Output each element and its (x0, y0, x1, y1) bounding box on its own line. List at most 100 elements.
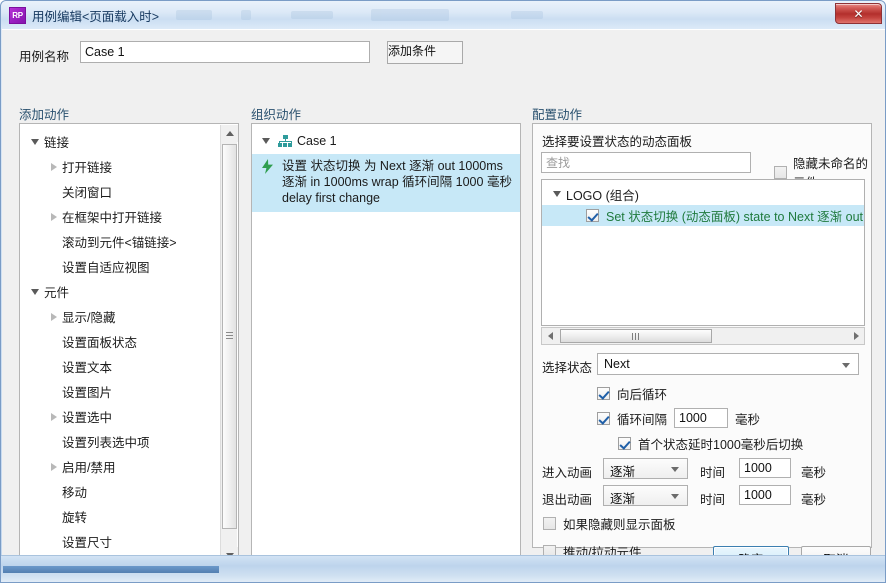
close-button[interactable]: ✕ (835, 3, 882, 24)
action-tree-item[interactable]: 元件 (20, 279, 238, 304)
case-node-expander-icon[interactable] (259, 138, 275, 144)
expander-expand-icon[interactable] (46, 462, 62, 471)
expander-collapse-icon[interactable] (28, 288, 44, 295)
organize-tree[interactable]: Case 1 设置 状态切换 为 Next 逐渐 out 1000ms 逐渐 i… (252, 124, 520, 212)
action-tree-item[interactable]: 设置自适应视图 (20, 254, 238, 279)
action-tree-item-label: 滚动到元件<锚链接> (62, 236, 177, 250)
enter-time-input[interactable] (739, 458, 791, 478)
action-tree-vertical-scrollbar[interactable] (220, 125, 238, 564)
loop-interval-row[interactable]: 循环间隔 毫秒 (597, 408, 760, 428)
case-node-label: Case 1 (297, 134, 337, 148)
action-tree-item[interactable]: 在框架中打开链接 (20, 204, 238, 229)
action-tree-item-label: 设置文本 (62, 361, 113, 375)
select-state-label: 选择状态 (542, 361, 593, 375)
action-tree-item-label: 关闭窗口 (62, 186, 113, 200)
app-icon: RP (9, 7, 26, 24)
action-tree-item[interactable]: 链接 (20, 129, 238, 154)
configure-action-header: 配置动作 (532, 108, 583, 122)
enter-anim-value: 逐渐 (610, 465, 636, 479)
action-tree-scroll-region[interactable]: 链接打开链接关闭窗口在框架中打开链接 滚动到元件<锚链接> 设置自适应视图元件显示/… (20, 124, 238, 565)
element-group-expander-icon[interactable] (550, 191, 566, 197)
action-tree-item-label: 启用/禁用 (62, 461, 116, 475)
action-tree-item[interactable]: 滚动到元件<锚链接> (20, 229, 238, 254)
action-tree-item[interactable]: 设置图片 (20, 379, 238, 404)
organize-selected-action-row[interactable]: 设置 状态切换 为 Next 逐渐 out 1000ms 逐渐 in 1000m… (252, 154, 520, 212)
element-tree[interactable]: LOGO (组合) Set 状态切换 (动态面板) state to Next … (541, 179, 865, 326)
action-tree-item[interactable]: 设置尺寸 (20, 529, 238, 554)
action-tree-item-label: 设置自适应视图 (62, 261, 150, 275)
action-tree-item-label: 链接 (44, 136, 70, 150)
add-action-panel: 链接打开链接关闭窗口在框架中打开链接 滚动到元件<锚链接> 设置自适应视图元件显示/… (19, 123, 239, 566)
first-delay-row[interactable]: 首个状态延时1000毫秒后切换 (618, 434, 803, 453)
element-tree-horizontal-scrollbar[interactable] (541, 327, 865, 345)
first-delay-checkbox[interactable] (618, 437, 631, 450)
scrollbar-thumb[interactable] (222, 144, 237, 529)
loop-back-checkbox[interactable] (597, 387, 610, 400)
expander-expand-icon[interactable] (46, 212, 62, 221)
lightning-bolt-icon (262, 159, 273, 174)
scrollbar-grip-icon (226, 332, 233, 341)
hide-unnamed-checkbox[interactable] (774, 165, 787, 179)
organize-action-header: 组织动作 (251, 108, 302, 122)
scroll-up-arrow-icon[interactable] (221, 125, 238, 142)
enter-anim-dropdown[interactable]: 逐渐 (603, 458, 688, 479)
action-tree-item[interactable]: 移动 (20, 479, 238, 504)
chevron-down-icon[interactable] (842, 363, 850, 368)
action-tree-item[interactable]: 启用/禁用 (20, 454, 238, 479)
case-tree-node[interactable]: Case 1 (252, 130, 520, 152)
add-condition-button[interactable]: 添加条件 (387, 41, 463, 64)
loop-interval-checkbox[interactable] (597, 411, 610, 425)
case-name-input[interactable] (80, 41, 370, 63)
hscrollbar-grip-icon (631, 332, 641, 340)
hierarchy-icon (278, 135, 292, 147)
scroll-right-arrow-icon[interactable] (848, 328, 864, 344)
action-tree-item[interactable]: 设置列表选中项 (20, 429, 238, 454)
show-if-hidden-checkbox[interactable] (543, 517, 556, 530)
action-tree-item[interactable]: 设置文本 (20, 354, 238, 379)
action-tree-item-label: 显示/隐藏 (62, 311, 116, 325)
action-tree-item-label: 在框架中打开链接 (62, 211, 163, 225)
expander-expand-icon[interactable] (46, 162, 62, 171)
case-name-label: 用例名称 (19, 50, 70, 64)
show-if-hidden-row[interactable]: 如果隐藏则显示面板 (543, 514, 676, 533)
action-tree-item-label: 设置尺寸 (62, 536, 113, 550)
element-group-row[interactable]: LOGO (组合) (542, 183, 864, 205)
expander-collapse-icon[interactable] (28, 138, 44, 145)
action-tree-item[interactable]: 显示/隐藏 (20, 304, 238, 329)
loop-back-row[interactable]: 向后循环 (597, 384, 667, 403)
find-input[interactable] (541, 152, 751, 173)
action-tree-item[interactable]: 旋转 (20, 504, 238, 529)
select-state-dropdown[interactable]: Next (597, 353, 859, 375)
chevron-down-icon[interactable] (671, 494, 679, 499)
background-window-artifacts (166, 7, 566, 23)
loop-interval-unit: 毫秒 (735, 412, 761, 427)
action-tree-item[interactable]: 关闭窗口 (20, 179, 238, 204)
action-tree-item-label: 打开链接 (62, 161, 113, 175)
action-tree-item[interactable]: 设置面板状态 (20, 329, 238, 354)
status-bar (1, 555, 885, 582)
title-bar-left: RP 用例编辑<页面载入时> (9, 6, 159, 25)
element-item-checkbox[interactable] (586, 209, 599, 222)
loop-interval-input[interactable] (674, 408, 729, 428)
hscrollbar-thumb[interactable] (560, 329, 712, 343)
action-tree-item[interactable]: 打开链接 (20, 154, 238, 179)
action-tree-item[interactable]: 设置选中 (20, 404, 238, 429)
action-tree[interactable]: 链接打开链接关闭窗口在框架中打开链接 滚动到元件<锚链接> 设置自适应视图元件显示/… (20, 124, 238, 565)
configure-action-panel: 选择要设置状态的动态面板 隐藏未命名的元件 LOGO (组合) Set 状态切换… (532, 123, 872, 560)
scroll-left-arrow-icon[interactable] (542, 328, 558, 344)
exit-time-unit: 毫秒 (801, 493, 827, 507)
expander-expand-icon[interactable] (46, 312, 62, 321)
exit-time-input[interactable] (739, 485, 791, 505)
chevron-down-icon[interactable] (671, 467, 679, 472)
action-tree-item-label: 移动 (62, 486, 88, 500)
action-tree-item-label: 设置选中 (62, 411, 113, 425)
element-item-row[interactable]: Set 状态切换 (动态面板) state to Next 逐渐 out 100… (542, 205, 864, 226)
exit-anim-dropdown[interactable]: 逐渐 (603, 485, 688, 506)
expander-expand-icon[interactable] (46, 412, 62, 421)
exit-anim-label: 退出动画 (542, 493, 593, 507)
